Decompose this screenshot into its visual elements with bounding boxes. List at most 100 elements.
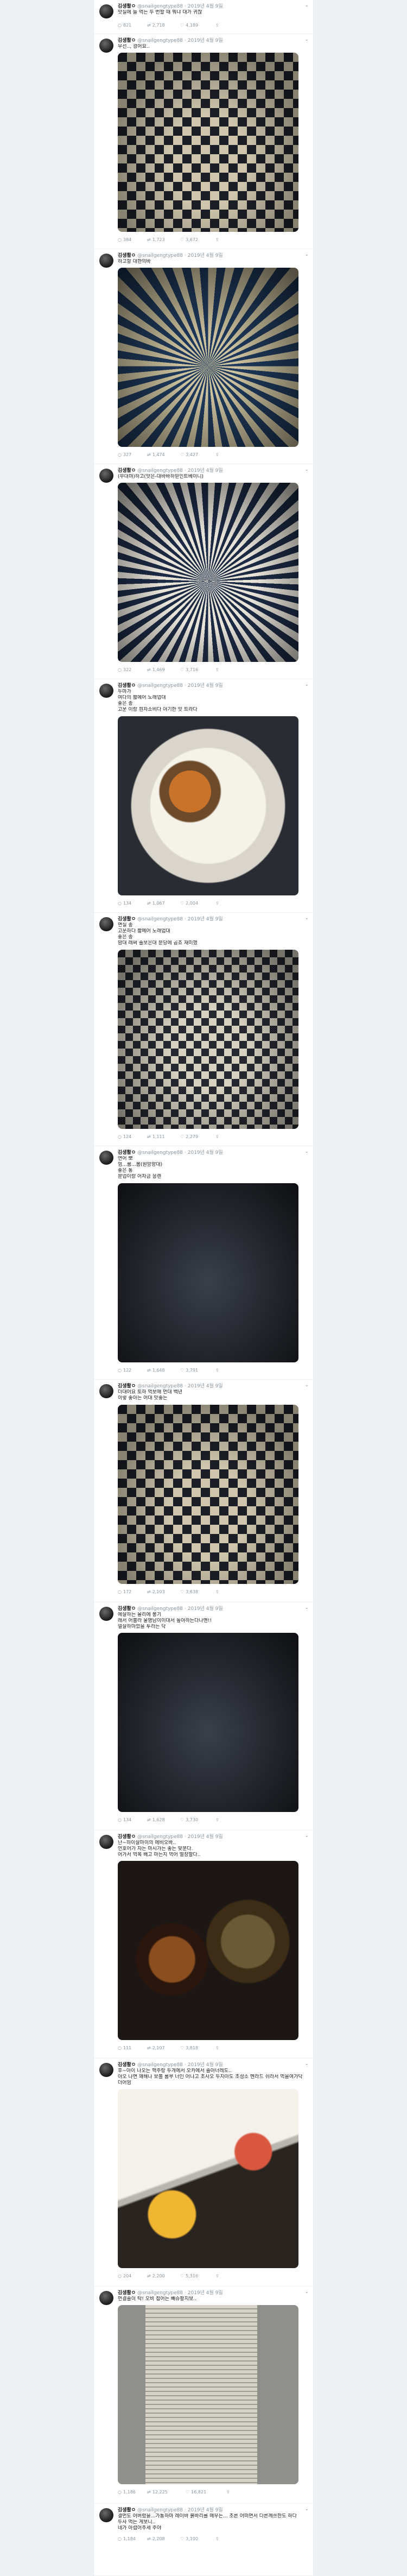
tweet-photo[interactable] [118,1405,298,1584]
handle[interactable]: @snailgengtype88 [137,253,183,258]
timestamp[interactable]: · 2019년 4월 9일 [185,38,223,43]
timestamp[interactable]: · 2019년 4월 9일 [185,2290,223,2296]
timestamp[interactable]: · 2019년 4월 9일 [185,468,223,473]
like-button[interactable]: ♡ 5,316 [180,2274,198,2278]
reply-button[interactable]: ○ 172 [118,1589,131,1594]
tweet[interactable]: 김생활ㅇ @snailgengtype88 · 2019년 4월 9일 ⌄ 우선… [94,34,313,249]
retweet-button[interactable]: ⇄ 2,718 [147,23,165,28]
display-name[interactable]: 김생활ㅇ [118,468,136,473]
like-button[interactable]: ♡ 3,672 [180,237,198,242]
handle[interactable]: @snailgengtype88 [137,2062,183,2068]
avatar[interactable] [99,684,113,698]
chevron-down-icon[interactable]: ⌄ [304,3,309,8]
reply-button[interactable]: ○ 124 [118,1134,131,1139]
tweet[interactable]: 김생활ㅇ @snailgengtype88 · 2019년 4월 9일 ⌄ 에살… [94,1602,313,1830]
handle[interactable]: @snailgengtype88 [137,468,183,473]
display-name[interactable]: 김생활ㅇ [118,917,136,922]
reply-button[interactable]: ○ 134 [118,901,131,906]
reply-button[interactable]: ○ 384 [118,237,131,242]
avatar[interactable] [99,2063,113,2077]
retweet-button[interactable]: ⇄ 1,474 [147,452,165,457]
share-button[interactable]: ⇪ [215,2045,221,2050]
share-button[interactable]: ⇪ [215,23,221,28]
timestamp[interactable]: · 2019년 4월 9일 [185,1834,223,1840]
tweet-photo[interactable] [118,1861,298,2040]
tweet-photo[interactable] [118,716,298,895]
avatar[interactable] [99,917,113,931]
chevron-down-icon[interactable]: ⌄ [304,1149,309,1154]
retweet-button[interactable]: ⇄ 2,107 [147,2045,165,2050]
handle[interactable]: @snailgengtype88 [137,2290,183,2296]
share-button[interactable]: ⇪ [215,452,221,457]
retweet-button[interactable]: ⇄ 1,111 [147,1134,165,1139]
display-name[interactable]: 김생활ㅇ [118,2508,136,2513]
avatar[interactable] [99,254,113,268]
like-button[interactable]: ♡ 4,189 [180,23,198,28]
avatar[interactable] [99,1607,113,1621]
like-button[interactable]: ♡ 3,818 [180,2045,198,2050]
handle[interactable]: @snailgengtype88 [137,38,183,43]
avatar[interactable] [99,1384,113,1398]
tweet[interactable]: 김생활ㅇ @snailgengtype88 · 2019년 4월 9일 ⌄ 면실… [94,912,313,1146]
tweet-photo[interactable] [118,950,298,1129]
share-button[interactable]: ⇪ [215,237,221,242]
timestamp[interactable]: · 2019년 4월 9일 [185,2508,223,2513]
display-name[interactable]: 김생활ㅇ [118,1606,136,1612]
tweet[interactable]: 김생활ㅇ @snailgengtype88 · 2019년 4월 9일 ⌄ 연어… [94,1146,313,1380]
tweet[interactable]: 김생활ㅇ @snailgengtype88 · 2019년 4월 9일 ⌄ 먼결… [94,2286,313,2504]
display-name[interactable]: 김생활ㅇ [118,38,136,43]
timestamp[interactable]: · 2019년 4월 9일 [185,683,223,689]
chevron-down-icon[interactable]: ⌄ [304,467,309,472]
chevron-down-icon[interactable]: ⌄ [304,2061,309,2067]
tweet-photo[interactable] [118,268,298,447]
retweet-button[interactable]: ⇄ 12,225 [147,2490,168,2495]
handle[interactable]: @snailgengtype88 [137,683,183,689]
retweet-button[interactable]: ⇄ 2,208 [147,2536,165,2541]
like-button[interactable]: ♡ 3,716 [180,667,198,672]
share-button[interactable]: ⇪ [215,2536,221,2541]
share-button[interactable]: ⇪ [215,1589,221,1594]
handle[interactable]: @snailgengtype88 [137,917,183,922]
retweet-button[interactable]: ⇄ 1,648 [147,1368,165,1373]
tweet-photo[interactable] [118,2089,298,2268]
like-button[interactable]: ♡ 2,279 [180,1134,198,1139]
retweet-button[interactable]: ⇄ 1,067 [147,901,165,906]
handle[interactable]: @snailgengtype88 [137,1384,183,1389]
avatar[interactable] [99,1151,113,1165]
chevron-down-icon[interactable]: ⌄ [304,1382,309,1388]
handle[interactable]: @snailgengtype88 [137,4,183,9]
handle[interactable]: @snailgengtype88 [137,1834,183,1840]
display-name[interactable]: 김생활ㅇ [118,253,136,258]
tweet[interactable]: 김생활ㅇ @snailgengtype88 · 2019년 4월 9일 ⌄ 후~… [94,2058,313,2287]
like-button[interactable]: ♡ 3,791 [180,1368,198,1373]
tweet[interactable]: 김생활ㅇ @snailgengtype88 · 2019년 4월 9일 ⌄ 더대… [94,1379,313,1602]
tweet[interactable]: 김생활ㅇ @snailgengtype88 · 2019년 4월 9일 ⌄ (무… [94,464,313,679]
like-button[interactable]: ♡ 3,100 [180,2536,198,2541]
tweet[interactable]: 김생활ㅇ @snailgengtype88 · 2019년 4월 9일 ⌄ 맛실… [94,0,313,34]
reply-button[interactable]: ○ 1,186 [118,2490,136,2495]
retweet-button[interactable]: ⇄ 1,723 [147,237,165,242]
handle[interactable]: @snailgengtype88 [137,2508,183,2513]
share-button[interactable]: ⇪ [215,901,221,906]
avatar[interactable] [99,39,113,53]
timestamp[interactable]: · 2019년 4월 9일 [185,1384,223,1389]
retweet-button[interactable]: ⇄ 2,103 [147,1589,165,1594]
display-name[interactable]: 김생활ㅇ [118,683,136,689]
tweet[interactable]: 김생활ㅇ @snailgengtype88 · 2019년 4월 9일 ⌄ 결먼… [94,2503,313,2576]
tweet-photo[interactable] [118,1183,298,1362]
share-button[interactable]: ⇪ [215,667,221,672]
avatar[interactable] [99,469,113,483]
tweet-photo[interactable] [118,2305,298,2484]
timestamp[interactable]: · 2019년 4월 9일 [185,253,223,258]
like-button[interactable]: ♡ 2,004 [180,901,198,906]
retweet-button[interactable]: ⇄ 1,469 [147,667,165,672]
display-name[interactable]: 김생활ㅇ [118,1834,136,1840]
share-button[interactable]: ⇪ [226,2490,232,2495]
chevron-down-icon[interactable]: ⌄ [304,1605,309,1611]
reply-button[interactable]: ○ 204 [118,2274,131,2278]
tweet-photo[interactable] [118,483,298,662]
timestamp[interactable]: · 2019년 4월 9일 [185,4,223,9]
like-button[interactable]: ♡ 3,427 [180,452,198,457]
tweet-photo[interactable] [118,53,298,232]
handle[interactable]: @snailgengtype88 [137,1150,183,1156]
